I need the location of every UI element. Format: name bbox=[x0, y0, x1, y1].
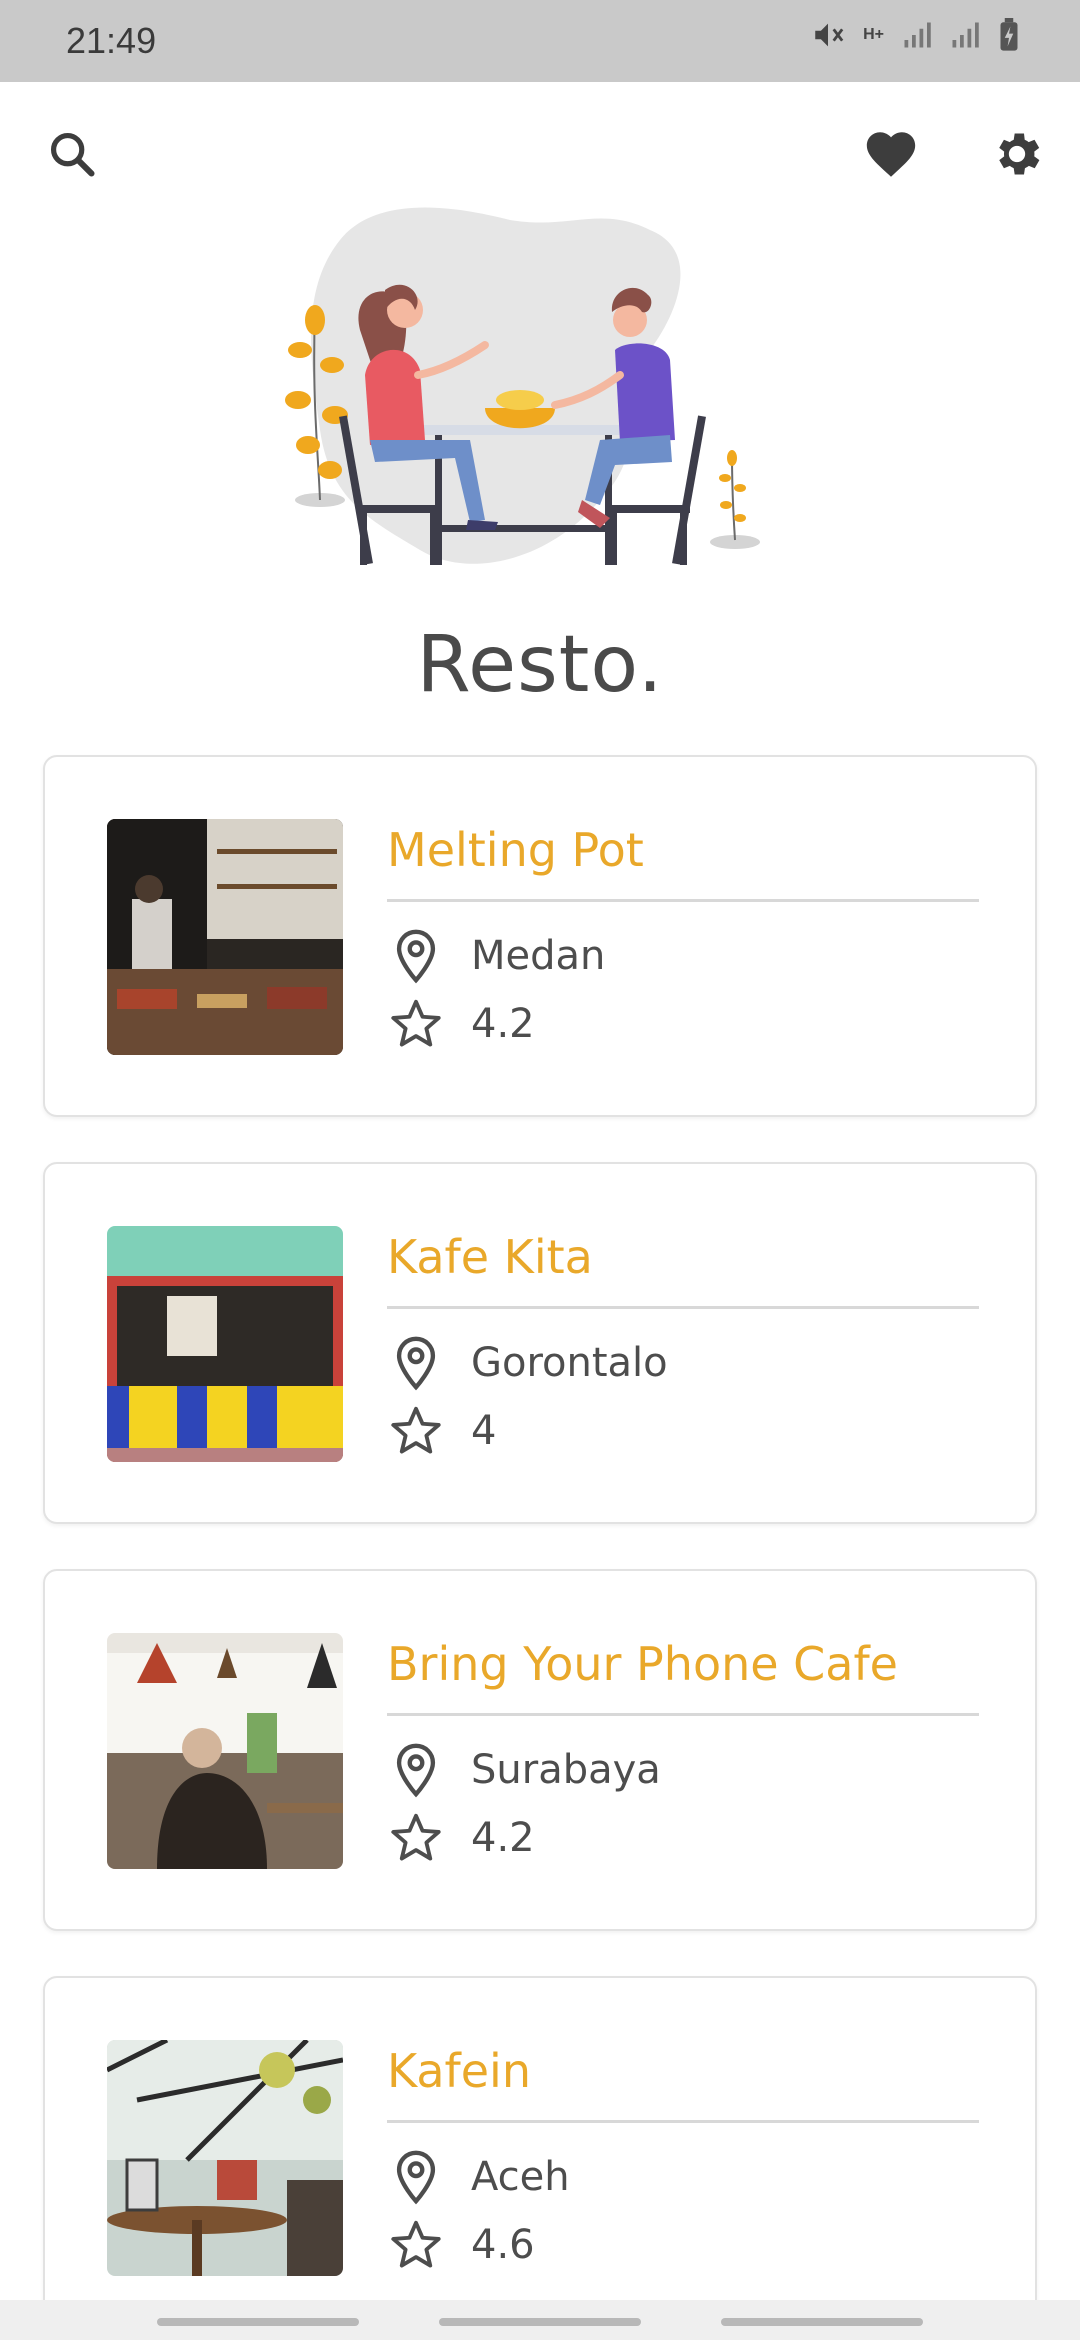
nav-pill-back[interactable] bbox=[721, 2318, 923, 2326]
restaurant-photo bbox=[107, 1226, 343, 1462]
location-pin-icon bbox=[387, 1741, 445, 1799]
star-icon bbox=[387, 1809, 445, 1867]
restaurant-card[interactable]: Kafein Aceh 4.6 bbox=[43, 1976, 1037, 2338]
restaurant-name: Kafe Kita bbox=[387, 1230, 593, 1284]
network-h-plus-icon: H+ bbox=[863, 26, 884, 43]
gesture-nav-bar bbox=[0, 2300, 1080, 2340]
star-icon bbox=[387, 1402, 445, 1460]
signal-icon bbox=[950, 20, 980, 50]
mute-icon bbox=[811, 18, 845, 52]
divider bbox=[387, 899, 979, 902]
restaurant-name: Melting Pot bbox=[387, 823, 644, 877]
rating-row: 4.6 bbox=[387, 2216, 535, 2274]
restaurant-city: Aceh bbox=[471, 2154, 570, 2200]
restaurant-card[interactable]: Kafe Kita Gorontalo 4 bbox=[43, 1162, 1037, 1524]
star-icon bbox=[387, 995, 445, 1053]
restaurant-rating: 4 bbox=[471, 1408, 497, 1454]
search-button[interactable] bbox=[32, 116, 112, 196]
location-row: Gorontalo bbox=[387, 1334, 668, 1392]
status-icons: H+ bbox=[811, 18, 1020, 52]
location-row: Surabaya bbox=[387, 1741, 661, 1799]
restaurant-city: Medan bbox=[471, 933, 606, 979]
battery-charging-icon bbox=[998, 18, 1020, 52]
rating-row: 4 bbox=[387, 1402, 496, 1460]
restaurant-photo bbox=[107, 819, 343, 1055]
location-row: Aceh bbox=[387, 2148, 570, 2206]
restaurant-rating: 4.2 bbox=[471, 1815, 535, 1861]
restaurant-photo bbox=[107, 1633, 343, 1869]
divider bbox=[387, 1713, 979, 1716]
divider bbox=[387, 2120, 979, 2123]
restaurant-name: Kafein bbox=[387, 2044, 531, 2098]
signal-icon bbox=[902, 20, 932, 50]
settings-gear-icon bbox=[989, 126, 1045, 186]
rating-row: 4.2 bbox=[387, 995, 535, 1053]
favorite-heart-icon bbox=[862, 125, 920, 187]
nav-pill-home[interactable] bbox=[439, 2318, 641, 2326]
restaurant-city: Gorontalo bbox=[471, 1340, 668, 1386]
divider bbox=[387, 1306, 979, 1309]
location-pin-icon bbox=[387, 927, 445, 985]
rating-row: 4.2 bbox=[387, 1809, 535, 1867]
app-title: Resto. bbox=[416, 620, 664, 710]
location-pin-icon bbox=[387, 2148, 445, 2206]
status-time: 21:49 bbox=[66, 20, 157, 61]
star-icon bbox=[387, 2216, 445, 2274]
restaurant-card[interactable]: Melting Pot Medan 4.2 bbox=[43, 755, 1037, 1117]
search-icon bbox=[46, 128, 98, 184]
restaurant-photo bbox=[107, 2040, 343, 2276]
restaurant-card[interactable]: Bring Your Phone Cafe Surabaya 4.2 bbox=[43, 1569, 1037, 1931]
settings-button[interactable] bbox=[977, 116, 1057, 196]
restaurant-name: Bring Your Phone Cafe bbox=[387, 1637, 898, 1691]
nav-pill-recents[interactable] bbox=[157, 2318, 359, 2326]
favorites-button[interactable] bbox=[851, 116, 931, 196]
restaurant-city: Surabaya bbox=[471, 1747, 661, 1793]
location-row: Medan bbox=[387, 927, 605, 985]
location-pin-icon bbox=[387, 1334, 445, 1392]
couple-dining-illustration bbox=[270, 200, 810, 600]
restaurant-rating: 4.2 bbox=[471, 1001, 535, 1047]
restaurant-rating: 4.6 bbox=[471, 2222, 535, 2268]
status-bar: 21:49 H+ bbox=[0, 0, 1080, 82]
